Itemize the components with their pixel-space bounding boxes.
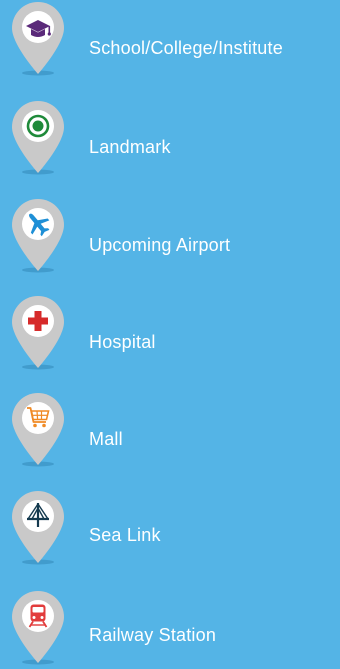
map-pin-icon [10,0,66,78]
map-pin-icon [10,589,66,667]
legend-item-mall: Mall [0,391,340,471]
legend-item-hospital: Hospital [0,294,340,374]
shopping-cart-icon [27,407,50,428]
legend-label-railway-station: Railway Station [89,625,217,645]
legend-label-mall: Mall [89,429,123,449]
legend-item-railway-station: Railway Station [0,589,340,669]
legend-label-landmark: Landmark [89,137,171,157]
legend-label-school: School/College/Institute [89,38,283,58]
map-legend: School/College/Institute Landmark Upcomi… [0,0,340,665]
bridge-icon [27,503,49,527]
legend-item-sea-link: Sea Link [0,489,340,569]
train-icon [28,604,48,628]
legend-item-landmark: Landmark [0,99,340,179]
legend-label-sea-link: Sea Link [89,525,161,545]
legend-item-school: School/College/Institute [0,0,340,80]
legend-item-airport: Upcoming Airport [0,197,340,277]
map-pin-icon [10,294,66,372]
map-pin-icon [10,489,66,567]
legend-label-airport: Upcoming Airport [89,235,231,255]
medical-cross-icon [28,311,48,331]
landmark-target-icon [26,114,50,138]
airplane-icon [29,213,50,237]
map-pin-icon [10,197,66,275]
legend-label-hospital: Hospital [89,332,156,352]
map-pin-icon [10,391,66,469]
graduation-cap-icon [26,20,51,37]
map-pin-icon [10,99,66,177]
